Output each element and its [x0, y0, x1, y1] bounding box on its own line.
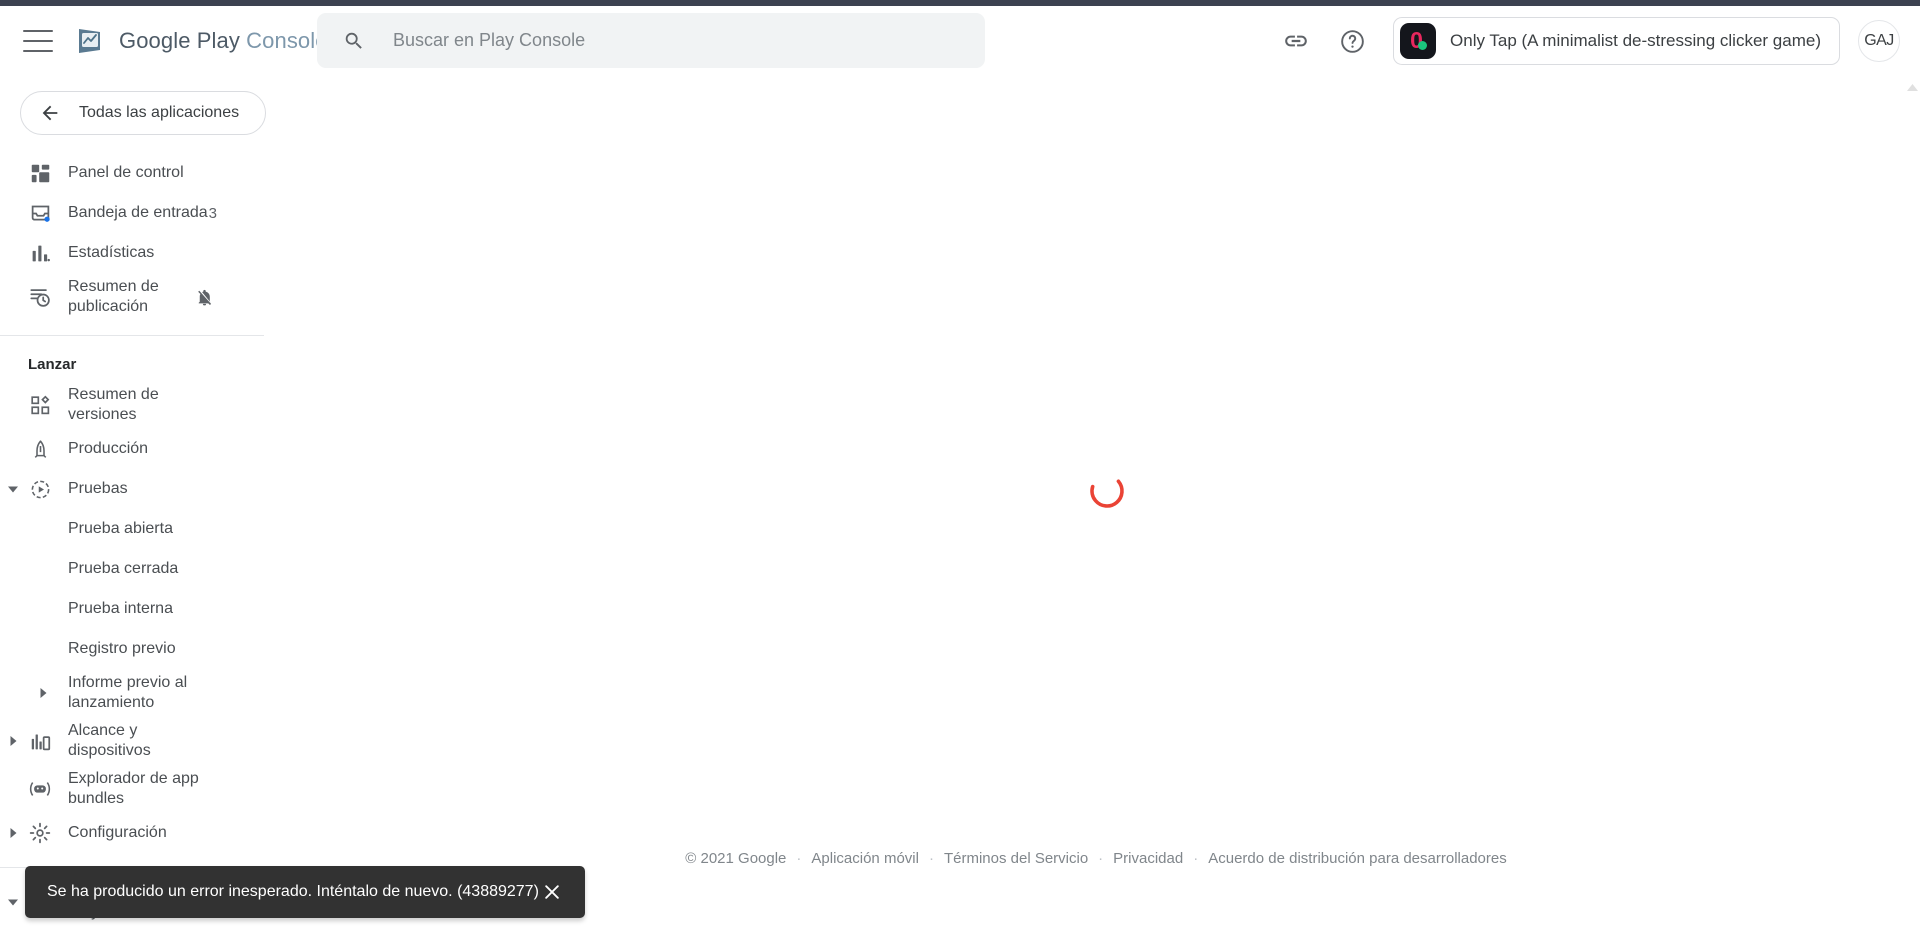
sidebar-item-bandeja-de-entrada[interactable]: Bandeja de entrada 3 — [0, 193, 272, 233]
footer-link-privacidad[interactable]: Privacidad — [1113, 850, 1183, 867]
sidebar-item-panel-de-control[interactable]: Panel de control — [0, 153, 272, 193]
hamburger-menu-icon[interactable] — [23, 30, 53, 52]
brand-console: Console — [246, 28, 328, 53]
sidebar-item-explorador-de-app-bundles[interactable]: Explorador de app bundles — [0, 765, 272, 813]
footer-link-terminos-del-servicio[interactable]: Términos del Servicio — [944, 850, 1088, 867]
back-to-all-apps-label: Todas las aplicaciones — [79, 104, 240, 121]
sidebar-item-label: Prueba cerrada — [68, 560, 179, 577]
sidebar-item-label: Bandeja de entrada — [68, 204, 208, 221]
testing-play-icon — [28, 477, 52, 501]
app-header: Google Play Console Buscar en Play Conso… — [0, 6, 1920, 76]
error-toast: Se ha producido un error inesperado. Int… — [25, 866, 585, 918]
loading-spinner — [1088, 472, 1126, 510]
app-icon-only-tap: 0 — [1400, 23, 1437, 59]
reach-devices-icon — [28, 729, 52, 753]
play-console-app: Google Play Console Buscar en Play Conso… — [0, 0, 1920, 945]
notifications-off-icon[interactable] — [195, 288, 214, 307]
back-to-all-apps-button[interactable]: Todas las aplicaciones — [20, 91, 266, 135]
sidebar-item-label: Pruebas — [68, 480, 128, 497]
chevron-right-icon[interactable] — [34, 684, 52, 702]
sidebar-item-resumen-de-publicacion[interactable]: Resumen de publicación — [0, 273, 272, 321]
footer-separator: · — [1193, 850, 1199, 867]
footer-copyright: © 2021 Google — [685, 850, 787, 867]
sidebar-item-pruebas[interactable]: Pruebas — [0, 469, 272, 509]
sidebar-item-prueba-interna[interactable]: Prueba interna — [0, 589, 272, 629]
footer-separator: · — [796, 850, 802, 867]
publishing-overview-icon — [28, 285, 52, 309]
page-footer: © 2021 Google · Aplicación móvil · Térmi… — [272, 850, 1920, 867]
search-input[interactable] — [391, 29, 951, 52]
chevron-right-icon[interactable] — [4, 824, 22, 842]
sidebar-item-estadisticas[interactable]: Estadísticas — [0, 233, 272, 273]
chevron-right-icon[interactable] — [4, 732, 22, 750]
chevron-up-icon[interactable] — [1904, 80, 1920, 96]
sidebar-item-label: Producción — [68, 440, 149, 457]
search-bar[interactable] — [317, 13, 985, 68]
play-console-logo-icon — [76, 27, 106, 55]
help-circle-icon[interactable] — [1337, 26, 1367, 56]
dashboard-icon — [28, 161, 52, 185]
sidebar-item-alcance-y-dispositivos[interactable]: Alcance y dispositivos — [0, 717, 272, 765]
gear-icon — [28, 821, 52, 845]
sidebar-group-title-lanzar: Lanzar — [28, 356, 77, 373]
app-bundle-explorer-icon — [28, 777, 52, 801]
app-selector-chip[interactable]: 0 Only Tap (A minimalist de-stressing cl… — [1393, 17, 1840, 65]
sidebar-item-label: Panel de control — [68, 164, 184, 181]
sidebar-item-label: Resumen de versiones — [68, 386, 159, 423]
sidebar-item-prueba-abierta[interactable]: Prueba abierta — [0, 509, 272, 549]
avatar-initials: GAJ — [1864, 32, 1894, 49]
sidebar-item-produccion[interactable]: Producción — [0, 429, 272, 469]
chevron-down-icon[interactable] — [4, 480, 22, 498]
sidebar-item-configuracion[interactable]: Configuración — [0, 813, 272, 853]
main-content: © 2021 Google · Aplicación móvil · Térmi… — [272, 76, 1920, 945]
page-scrollbar[interactable] — [1904, 76, 1920, 945]
releases-overview-icon — [28, 393, 52, 417]
sidebar-item-label: Informe previo al lanzamiento — [68, 674, 188, 711]
app-icon-dot — [1418, 41, 1428, 50]
footer-link-aplicacion-movil[interactable]: Aplicación móvil — [811, 850, 919, 867]
sidebar-item-label: Explorador de app bundles — [68, 770, 199, 807]
app-chip-label: Only Tap (A minimalist de-stressing clic… — [1450, 31, 1821, 50]
brand-text: Google Play Console — [119, 28, 328, 54]
chevron-down-icon[interactable] — [4, 893, 22, 911]
sidebar-divider-top — [0, 335, 264, 336]
footer-separator: · — [1098, 850, 1104, 867]
sidebar-item-prueba-cerrada[interactable]: Prueba cerrada — [0, 549, 272, 589]
sidebar-item-resumen-de-versiones[interactable]: Resumen de versiones — [0, 381, 272, 429]
footer-separator: · — [928, 850, 934, 867]
production-rocket-icon — [28, 437, 52, 461]
header-actions: 0 Only Tap (A minimalist de-stressing cl… — [1281, 6, 1920, 76]
link-icon[interactable] — [1281, 26, 1311, 56]
error-toast-message: Se ha producido un error inesperado. Int… — [47, 883, 539, 900]
inbox-unread-count: 3 — [208, 204, 217, 222]
close-icon[interactable] — [539, 879, 565, 905]
inbox-icon — [28, 201, 52, 225]
brand-logo-link[interactable]: Google Play Console — [76, 27, 328, 55]
sidebar-item-informe-previo-al-lanzamiento[interactable]: Informe previo al lanzamiento — [0, 669, 272, 717]
sidebar-item-label: Prueba abierta — [68, 520, 173, 537]
arrow-left-icon — [39, 102, 61, 124]
sidebar: Todas las aplicaciones Panel de control — [0, 76, 272, 945]
sidebar-launch-group: Resumen de versiones Producción Pruebas … — [0, 381, 272, 853]
bar-chart-icon — [28, 241, 52, 265]
search-icon — [343, 30, 365, 52]
brand-google-play: Google Play — [119, 28, 240, 53]
sidebar-item-label: Configuración — [68, 824, 167, 841]
sidebar-item-registro-previo[interactable]: Registro previo — [0, 629, 272, 669]
sidebar-item-label: Alcance y dispositivos — [68, 722, 151, 759]
sidebar-item-label: Estadísticas — [68, 244, 155, 261]
avatar[interactable]: GAJ — [1858, 20, 1900, 62]
footer-link-acuerdo-de-distribucion[interactable]: Acuerdo de distribución para desarrollad… — [1208, 850, 1507, 867]
sidebar-item-label: Prueba interna — [68, 600, 173, 617]
sidebar-item-label: Registro previo — [68, 640, 176, 657]
